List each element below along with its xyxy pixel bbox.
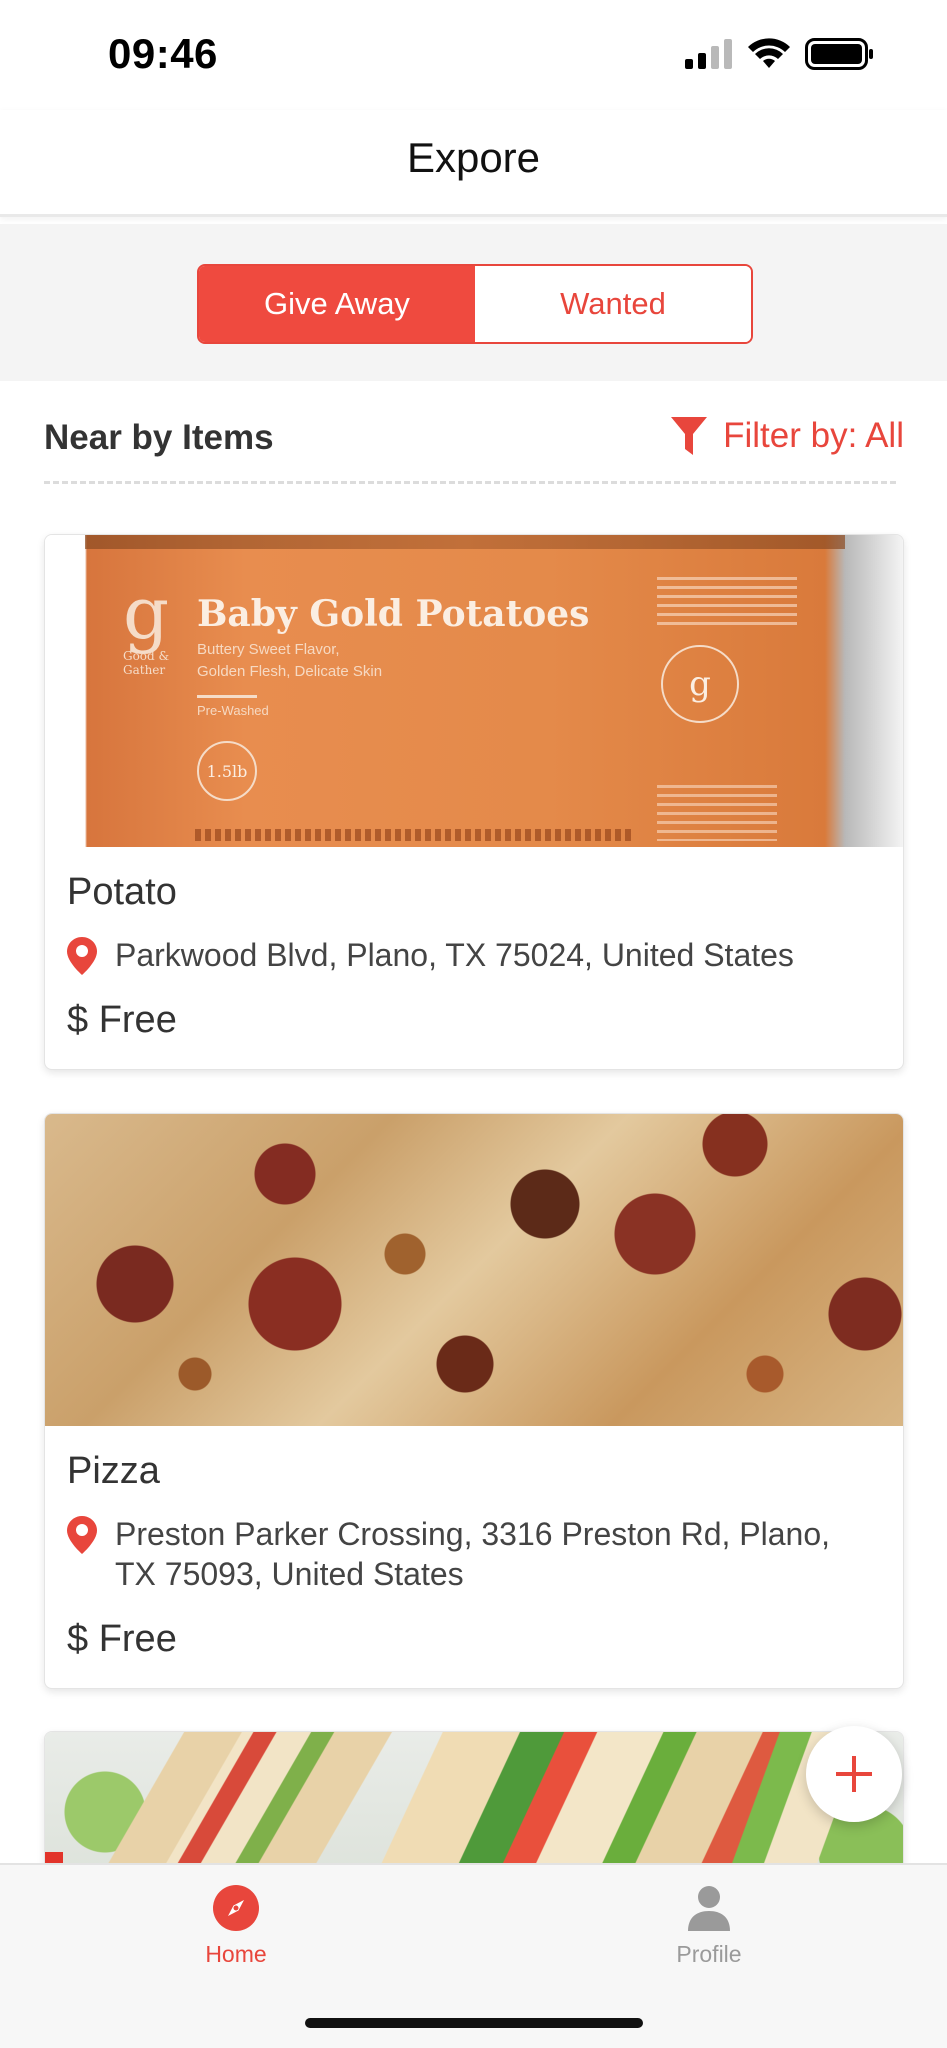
- funnel-icon: [671, 417, 708, 455]
- location-pin-icon: [67, 937, 97, 975]
- cellular-signal-icon: [685, 39, 732, 69]
- give-wanted-segmented-control: Give Away Wanted: [197, 264, 753, 344]
- package-note: Pre-Washed: [197, 703, 269, 718]
- item-address: Parkwood Blvd, Plano, TX 75024, United S…: [115, 937, 794, 973]
- section-divider: [44, 481, 896, 484]
- tab-profile[interactable]: Profile: [609, 1885, 809, 1968]
- give-away-tab[interactable]: Give Away: [199, 266, 475, 342]
- status-icons: [685, 38, 875, 70]
- item-name: Pizza: [67, 1450, 160, 1492]
- add-item-button[interactable]: [806, 1726, 902, 1822]
- battery-icon: [805, 38, 873, 70]
- tab-profile-label: Profile: [676, 1941, 742, 1967]
- tab-home-label: Home: [205, 1941, 267, 1967]
- explore-screen: 09:46 Expore Give Away Wanted Near by It…: [0, 0, 947, 2048]
- package-top-edge: [85, 535, 845, 549]
- segment-area: Give Away Wanted: [0, 224, 947, 381]
- item-image-potato: g Good & Gather Baby Gold Potatoes Butte…: [45, 535, 903, 847]
- wifi-icon: [748, 38, 790, 68]
- package-product-name: Baby Gold Potatoes: [197, 593, 590, 635]
- status-bar: 09:46: [0, 0, 947, 110]
- compass-icon: [213, 1885, 259, 1931]
- brand-logo: g Good & Gather: [123, 571, 170, 677]
- location-pin-icon: [67, 1516, 97, 1554]
- item-card[interactable]: Pizza Preston Parker Crossing, 3316 Pres…: [44, 1113, 904, 1689]
- tab-home[interactable]: Home: [136, 1885, 336, 1968]
- item-card[interactable]: g Good & Gather Baby Gold Potatoes Butte…: [44, 534, 904, 1070]
- page-title: Expore: [406, 134, 541, 181]
- filter-button[interactable]: Filter by: All: [671, 416, 904, 456]
- item-location: Parkwood Blvd, Plano, TX 75024, United S…: [67, 935, 875, 975]
- section-title: Near by Items: [44, 418, 274, 457]
- person-icon: [688, 1886, 730, 1931]
- item-name: Potato: [67, 871, 177, 913]
- item-price: $ Free: [67, 1618, 177, 1660]
- package-seal: g: [661, 645, 739, 723]
- item-image-pizza: [45, 1114, 903, 1426]
- package-tagline: Buttery Sweet Flavor, Golden Flesh, Deli…: [197, 641, 383, 680]
- home-indicator: [305, 2018, 643, 2028]
- status-time: 09:46: [108, 30, 218, 77]
- item-address: Preston Parker Crossing, 3316 Preston Rd…: [115, 1516, 831, 1592]
- section-header: Near by Items Filter by: All: [44, 410, 904, 485]
- nav-bar: Expore: [0, 110, 947, 217]
- package-weight: 1.5lb: [197, 741, 257, 801]
- wanted-tab[interactable]: Wanted: [475, 266, 751, 342]
- item-location: Preston Parker Crossing, 3316 Preston Rd…: [67, 1514, 875, 1594]
- filter-label: Filter by: All: [723, 416, 904, 455]
- plus-icon: [836, 1756, 872, 1792]
- item-price: $ Free: [67, 999, 177, 1041]
